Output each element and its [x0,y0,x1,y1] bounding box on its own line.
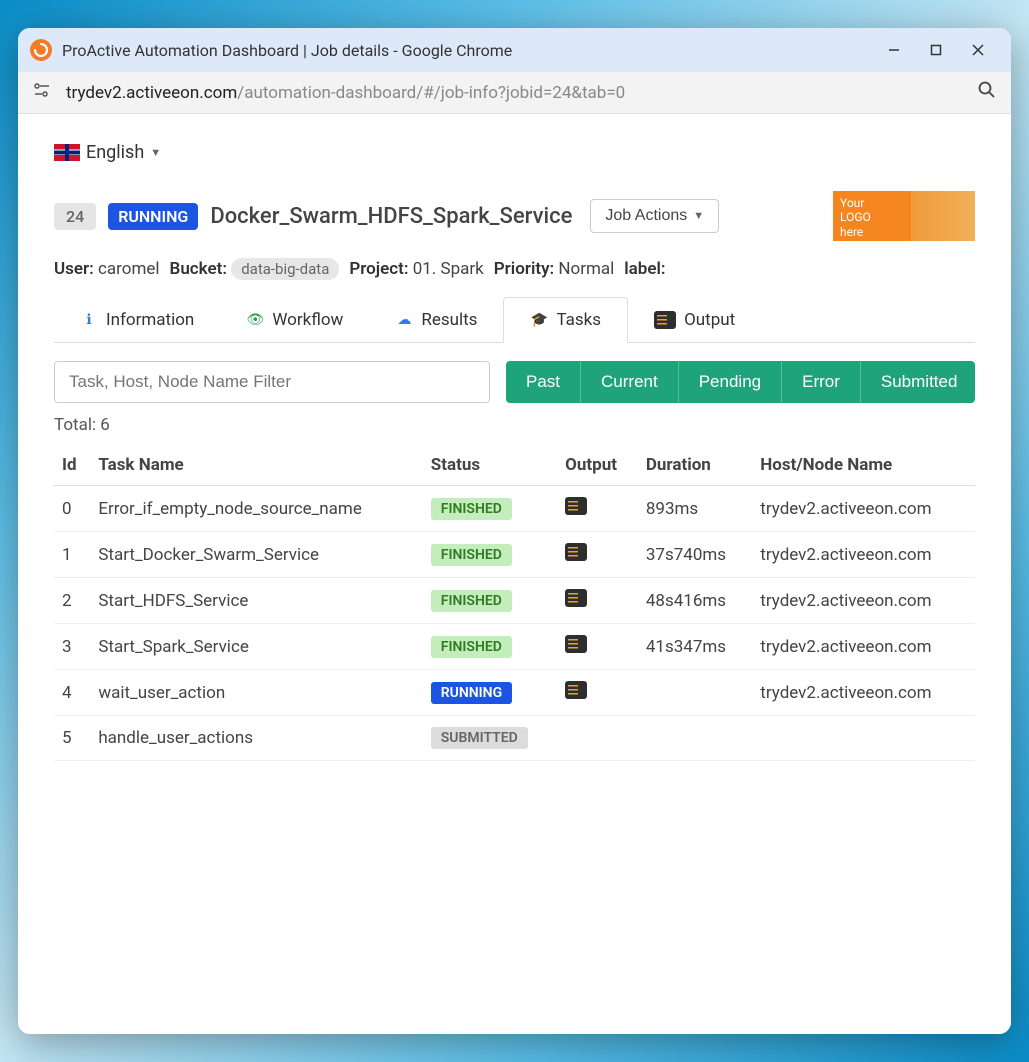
job-id-chip: 24 [54,203,96,230]
job-actions-label: Job Actions [605,207,687,225]
tab-icon: ℹ [80,311,98,329]
filter-pending-button[interactable]: Pending [678,361,781,403]
table-row[interactable]: 5handle_user_actionsSUBMITTED [54,716,975,761]
output-icon[interactable] [565,589,587,607]
site-settings-icon[interactable] [32,80,52,105]
url-path: /automation-dashboard/#/job-info?jobid=2… [237,83,625,103]
page-content: English ▼ 24 RUNNING Docker_Swarm_HDFS_S… [18,114,1011,1034]
tab-information[interactable]: ℹInformation [54,297,220,342]
table-row[interactable]: 3Start_Spark_ServiceFINISHED41s347mstryd… [54,624,975,670]
filter-submitted-button[interactable]: Submitted [860,361,975,403]
job-status-chip: RUNNING [108,203,198,230]
output-icon[interactable] [565,635,587,653]
task-filter-input[interactable] [54,361,490,403]
titlebar: ProActive Automation Dashboard | Job det… [18,28,1011,72]
minimize-button[interactable] [873,34,915,66]
table-row[interactable]: 1Start_Docker_Swarm_ServiceFINISHED37s74… [54,532,975,578]
url-display[interactable]: trydev2.activeeon.com/automation-dashboa… [66,83,963,103]
language-selector[interactable]: English ▼ [54,142,161,163]
task-toolbar: PastCurrentPendingErrorSubmitted [54,361,975,403]
job-name: Docker_Swarm_HDFS_Spark_Service [210,204,572,229]
browser-window: ProActive Automation Dashboard | Job det… [18,28,1011,1034]
col-header[interactable]: Task Name [90,445,422,486]
tab-results[interactable]: ☁Results [369,297,503,342]
col-header[interactable]: Output [557,445,638,486]
search-icon[interactable] [977,80,997,105]
app-icon [30,39,52,61]
tabs: ℹInformation👁Workflow☁Results🎓TasksOutpu… [54,297,975,343]
chevron-down-icon: ▼ [693,210,704,222]
status-badge: SUBMITTED [431,727,528,749]
filter-error-button[interactable]: Error [781,361,860,403]
tab-icon: 🎓 [530,311,548,329]
job-meta: User: caromel Bucket: data-big-data Proj… [54,259,975,279]
status-badge: FINISHED [431,544,512,566]
logo-placeholder: Your LOGO here [833,191,975,241]
close-button[interactable] [957,34,999,66]
job-header: 24 RUNNING Docker_Swarm_HDFS_Spark_Servi… [54,191,975,241]
filter-past-button[interactable]: Past [506,361,580,403]
table-row[interactable]: 4wait_user_actionRUNNINGtrydev2.activeeo… [54,670,975,716]
status-badge: FINISHED [431,590,512,612]
filter-current-button[interactable]: Current [580,361,678,403]
output-icon[interactable] [565,543,587,561]
tab-workflow[interactable]: 👁Workflow [220,297,369,342]
col-header[interactable]: Host/Node Name [752,445,975,486]
task-name-cell: Error_if_empty_node_source_name [90,486,422,532]
col-header[interactable]: Duration [638,445,752,486]
output-icon[interactable] [565,497,587,515]
col-header[interactable]: Id [54,445,90,486]
total-count: Total: 6 [54,415,975,435]
chevron-down-icon: ▼ [150,146,161,159]
url-host: trydev2.activeeon.com [66,83,237,103]
status-badge: FINISHED [431,636,512,658]
tasks-table: IdTask NameStatusOutputDurationHost/Node… [54,445,975,761]
table-row[interactable]: 0Error_if_empty_node_source_nameFINISHED… [54,486,975,532]
flag-icon [54,144,80,161]
address-bar: trydev2.activeeon.com/automation-dashboa… [18,72,1011,114]
window-title: ProActive Automation Dashboard | Job det… [62,41,873,60]
maximize-button[interactable] [915,34,957,66]
tab-output[interactable]: Output [628,297,761,342]
language-label: English [86,142,144,163]
tab-tasks[interactable]: 🎓Tasks [503,297,628,343]
table-body: 0Error_if_empty_node_source_nameFINISHED… [54,486,975,761]
task-name-cell: wait_user_action [90,670,422,716]
task-name-cell: Start_Spark_Service [90,624,422,670]
task-name-cell: Start_HDFS_Service [90,578,422,624]
bucket-tag[interactable]: data-big-data [231,258,339,280]
job-actions-button[interactable]: Job Actions ▼ [590,199,719,233]
output-icon [654,311,676,329]
status-badge: FINISHED [431,498,512,520]
table-row[interactable]: 2Start_HDFS_ServiceFINISHED48s416mstryde… [54,578,975,624]
col-header[interactable]: Status [423,445,557,486]
table-header-row: IdTask NameStatusOutputDurationHost/Node… [54,445,975,486]
tab-icon: 👁 [246,311,264,329]
status-badge: RUNNING [431,682,512,704]
status-filter-group: PastCurrentPendingErrorSubmitted [506,361,975,403]
tab-icon: ☁ [395,311,413,329]
task-name-cell: handle_user_actions [90,716,422,761]
output-icon[interactable] [565,681,587,699]
task-name-cell: Start_Docker_Swarm_Service [90,532,422,578]
